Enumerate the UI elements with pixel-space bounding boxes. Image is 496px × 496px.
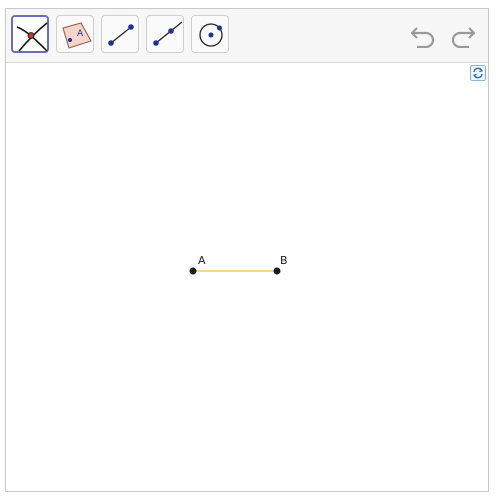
point-a-label: A <box>198 254 206 267</box>
undo-button[interactable] <box>408 22 438 49</box>
point-a[interactable] <box>189 267 197 275</box>
point-b-label: B <box>280 254 288 267</box>
polygon-point-icon: A <box>62 22 92 49</box>
point-on-object-tool-button[interactable] <box>191 15 229 53</box>
segment-tool-button[interactable] <box>101 15 139 53</box>
redo-button[interactable] <box>448 22 478 49</box>
intersect-tool-button[interactable] <box>11 15 49 53</box>
point-b[interactable] <box>273 267 281 275</box>
toolbar: A <box>6 9 488 63</box>
segment-icon <box>108 24 134 46</box>
undo-icon <box>410 27 435 49</box>
redo-icon <box>451 27 476 49</box>
polygon-point-icon-letter: A <box>77 29 84 39</box>
ray-tool-button[interactable] <box>146 15 184 53</box>
circle-point-icon <box>199 23 223 47</box>
construction-layer <box>189 267 281 275</box>
polygon-point-tool-button[interactable]: A <box>56 15 94 53</box>
graphics-canvas[interactable]: A B <box>6 63 488 491</box>
intersect-icon <box>16 22 48 52</box>
geometry-app: A A B <box>5 8 489 492</box>
ray-icon <box>153 21 183 46</box>
